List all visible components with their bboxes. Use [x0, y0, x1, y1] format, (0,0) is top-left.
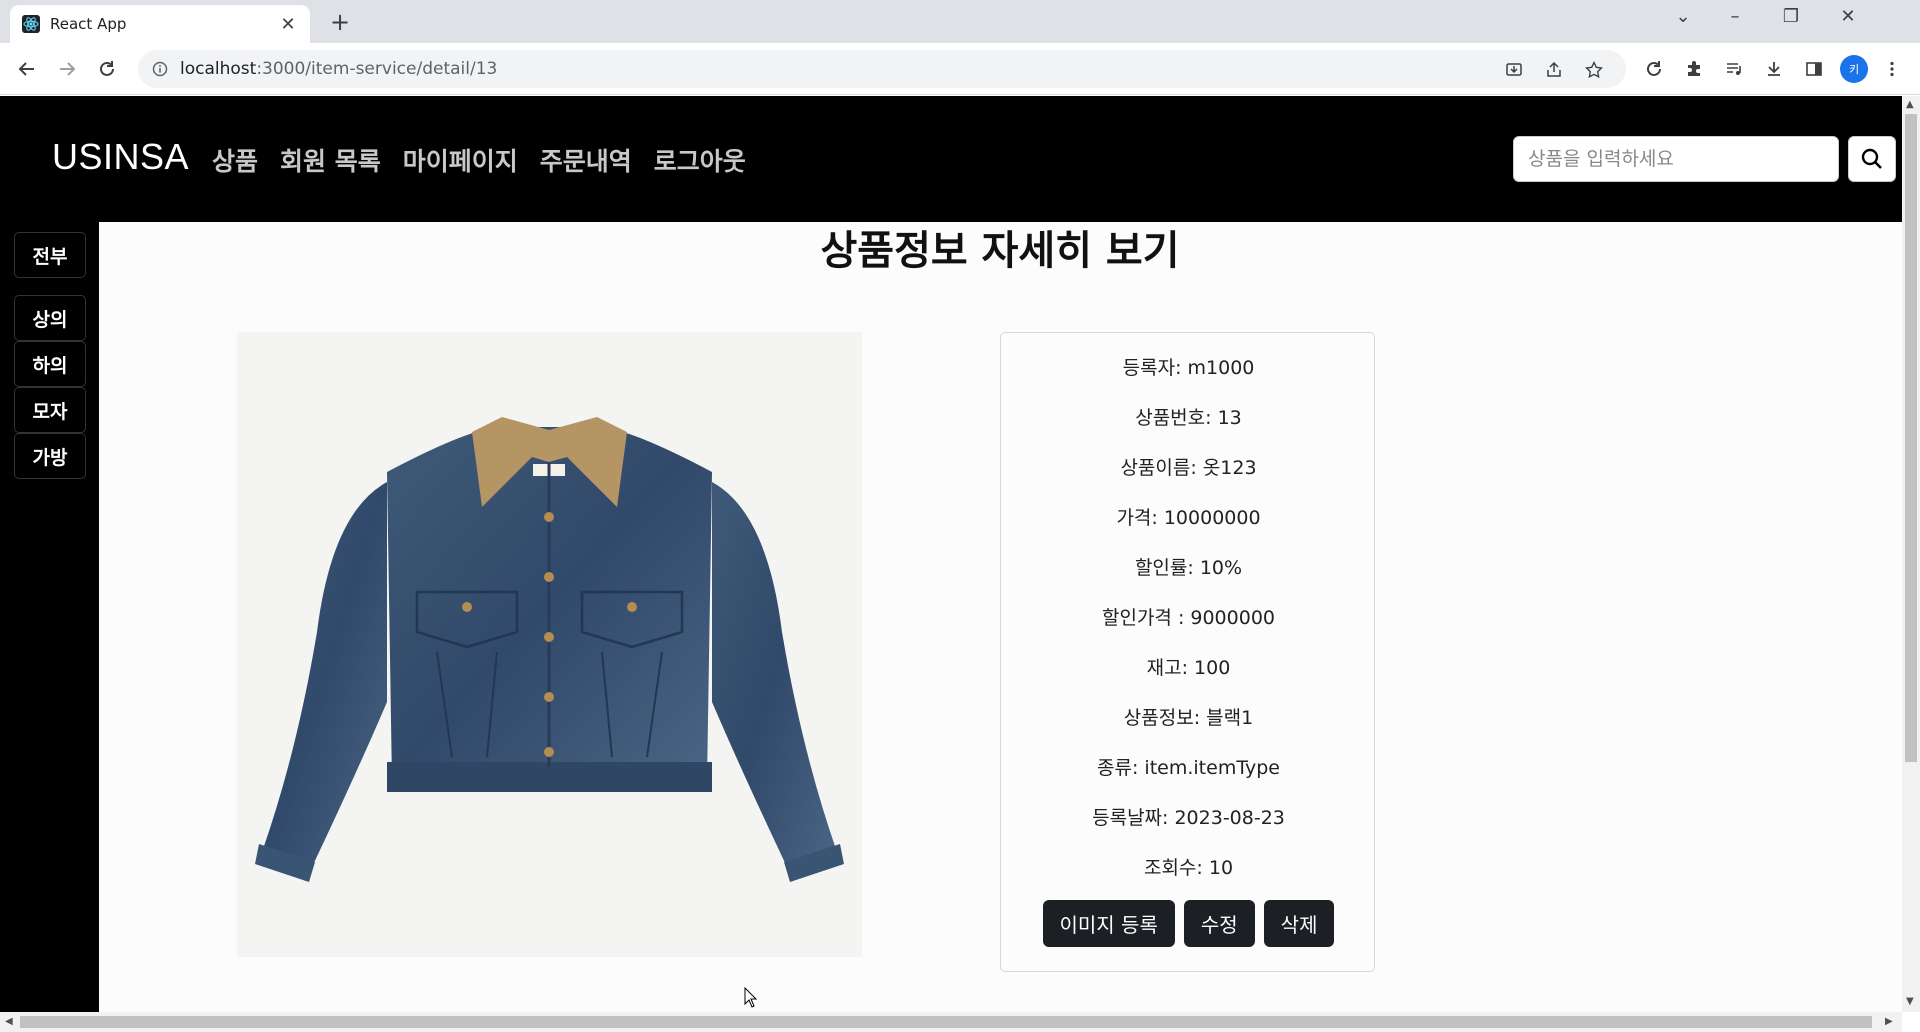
- media-queue-icon[interactable]: [1720, 55, 1748, 83]
- url-host: localhost: [180, 59, 257, 79]
- category-all[interactable]: 전부: [14, 232, 86, 278]
- close-window-icon[interactable]: ✕: [1833, 6, 1863, 27]
- category-sidebar: 전부 상의 하의 모자 가방: [0, 222, 99, 1012]
- url-text[interactable]: localhost:3000/item-service/detail/13: [180, 59, 497, 79]
- action-buttons: 이미지 등록 수정 삭제: [1001, 900, 1376, 947]
- extensions-puzzle-icon[interactable]: [1680, 55, 1708, 83]
- back-icon[interactable]: [13, 55, 41, 83]
- tab-title: React App: [50, 15, 127, 33]
- edit-button[interactable]: 수정: [1183, 900, 1255, 947]
- detail-item-number: 상품번호: 13: [1135, 407, 1242, 429]
- site-info-icon[interactable]: [152, 61, 168, 77]
- horizontal-scroll-thumb[interactable]: [20, 1016, 1872, 1028]
- product-image: [237, 332, 862, 957]
- vertical-scrollbar[interactable]: ▲ ▼: [1902, 96, 1920, 1012]
- site-header: USINSA 상품 회원 목록 마이페이지 주문내역 로그아웃: [0, 96, 1902, 222]
- main-nav: 상품 회원 목록 마이페이지 주문내역 로그아웃: [212, 142, 746, 178]
- category-hats[interactable]: 모자: [14, 387, 86, 433]
- detail-discount-price: 할인가격 : 9000000: [1101, 607, 1276, 629]
- share-icon[interactable]: [1542, 58, 1566, 82]
- scroll-right-icon[interactable]: ▶: [1885, 1016, 1893, 1027]
- detail-stock: 재고: 100: [1146, 657, 1231, 679]
- reload-extension-icon[interactable]: [1640, 55, 1668, 83]
- scroll-left-icon[interactable]: ◀: [5, 1016, 13, 1027]
- search-icon: [1861, 148, 1882, 169]
- menu-kebab-icon[interactable]: [1878, 55, 1906, 83]
- scroll-down-icon[interactable]: ▼: [1906, 996, 1914, 1007]
- new-tab-icon[interactable]: +: [325, 8, 355, 36]
- restore-icon[interactable]: ❐: [1776, 6, 1806, 27]
- category-tops[interactable]: 상의: [14, 295, 86, 341]
- downloads-icon[interactable]: [1760, 55, 1788, 83]
- delete-button[interactable]: 삭제: [1263, 900, 1335, 947]
- forward-icon[interactable]: [53, 55, 81, 83]
- page-title: 상품정보 자세히 보기: [820, 228, 1180, 274]
- scroll-up-icon[interactable]: ▲: [1906, 99, 1914, 110]
- detail-view-count: 조회수: 10: [1143, 857, 1234, 879]
- detail-registrant: 등록자: m1000: [1122, 357, 1255, 379]
- horizontal-scrollbar[interactable]: ◀ ▶: [0, 1012, 1902, 1032]
- minimize-icon[interactable]: –: [1720, 6, 1750, 27]
- nav-members[interactable]: 회원 목록: [280, 142, 381, 178]
- search-button[interactable]: [1848, 136, 1896, 182]
- detail-registration-date: 등록날짜: 2023-08-23: [1092, 807, 1285, 829]
- detail-price: 가격: 10000000: [1116, 507, 1261, 529]
- profile-avatar[interactable]: 키: [1840, 55, 1868, 83]
- category-bottoms[interactable]: 하의: [14, 341, 86, 387]
- detail-item-name: 상품이름: 옷123: [1120, 457, 1257, 479]
- nav-logout[interactable]: 로그아웃: [654, 142, 746, 178]
- nav-mypage[interactable]: 마이페이지: [403, 142, 518, 178]
- tab-close-icon[interactable]: ✕: [278, 14, 298, 35]
- url-path: :3000/item-service/detail/13: [256, 59, 498, 79]
- bookmark-star-icon[interactable]: [1582, 58, 1606, 82]
- upload-image-button[interactable]: 이미지 등록: [1042, 900, 1175, 947]
- vertical-scroll-thumb[interactable]: [1905, 114, 1917, 762]
- brand-logo[interactable]: USINSA: [52, 136, 189, 178]
- tab-search-icon[interactable]: ⌄: [1668, 6, 1698, 27]
- detail-item-type: 종류: item.itemType: [1097, 757, 1280, 779]
- nav-products[interactable]: 상품: [212, 142, 258, 178]
- install-app-icon[interactable]: [1502, 58, 1526, 82]
- detail-description: 상품정보: 블랙1: [1123, 707, 1254, 729]
- category-bags[interactable]: 가방: [14, 433, 86, 479]
- search-input[interactable]: [1513, 136, 1839, 182]
- mouse-cursor-icon: [744, 986, 758, 1012]
- denim-jacket-image: [255, 417, 844, 882]
- product-info-card: 등록자: m1000 상품번호: 13 상품이름: 옷123 가격: 10000…: [1000, 332, 1375, 972]
- nav-orders[interactable]: 주문내역: [540, 142, 632, 178]
- side-panel-icon[interactable]: [1800, 55, 1828, 83]
- react-favicon-icon: [22, 15, 40, 33]
- browser-tabstrip: React App ✕ + ⌄ – ❐ ✕: [0, 0, 1920, 43]
- browser-toolbar: localhost:3000/item-service/detail/13 키: [0, 43, 1920, 95]
- page-viewport: USINSA 상품 회원 목록 마이페이지 주문내역 로그아웃 전부 상의 하의…: [0, 96, 1902, 1012]
- detail-discount-rate: 할인률: 10%: [1134, 557, 1243, 579]
- reload-icon[interactable]: [93, 55, 121, 83]
- address-bar[interactable]: localhost:3000/item-service/detail/13: [138, 50, 1626, 88]
- browser-tab[interactable]: React App ✕: [10, 5, 310, 43]
